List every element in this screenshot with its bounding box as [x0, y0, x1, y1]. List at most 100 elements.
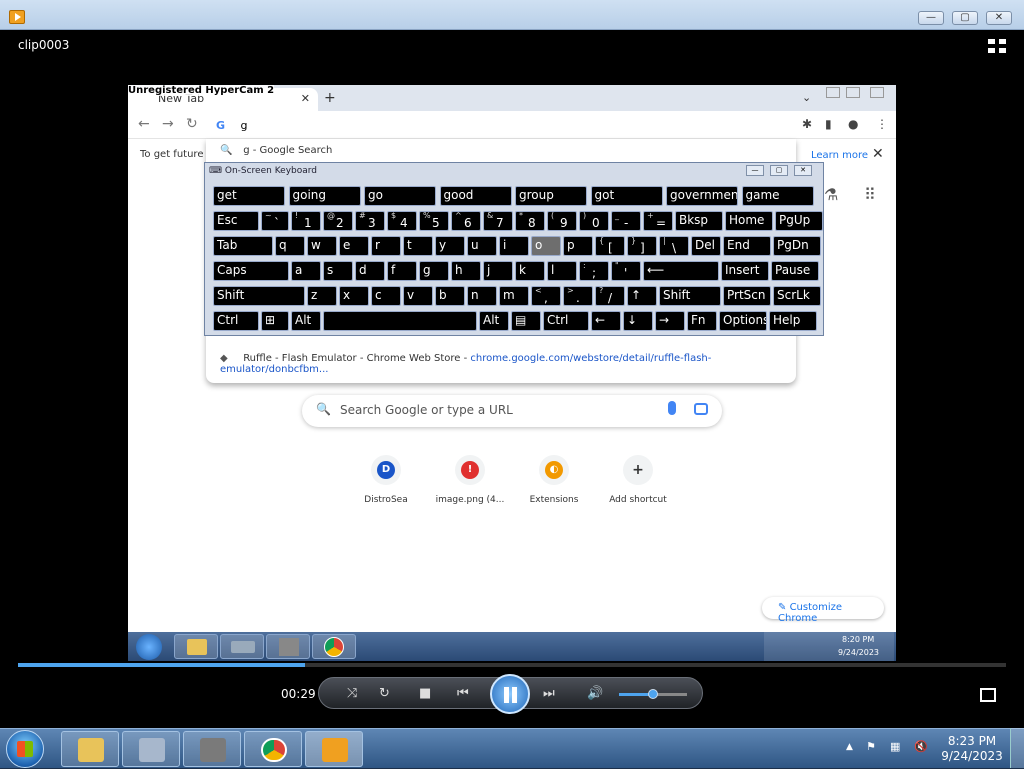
- osk-key[interactable]: Home: [725, 211, 773, 231]
- osk-key[interactable]: t: [403, 236, 433, 256]
- osk-key[interactable]: x: [339, 286, 369, 306]
- menu-icon[interactable]: ⋮: [876, 117, 888, 131]
- inner-keyboard-button[interactable]: [220, 634, 264, 659]
- osk-key[interactable]: z: [307, 286, 337, 306]
- osk-key[interactable]: {[: [595, 236, 625, 256]
- close-button[interactable]: ✕: [986, 11, 1012, 25]
- profile-icon[interactable]: ●: [848, 117, 858, 131]
- osk-key[interactable]: + =: [643, 211, 673, 231]
- osk-suggestion[interactable]: game: [741, 186, 814, 206]
- osk-key[interactable]: " ': [611, 261, 641, 281]
- osk-key[interactable]: #3: [355, 211, 385, 231]
- osk-key[interactable]: Options: [719, 311, 767, 331]
- osk-key[interactable]: <,: [531, 286, 561, 306]
- osk-key[interactable]: _ -: [611, 211, 641, 231]
- repeat-icon[interactable]: ↻: [379, 686, 390, 701]
- osk-key[interactable]: ! 1: [291, 211, 321, 231]
- learn-more-link[interactable]: Learn more: [811, 150, 868, 161]
- osk-key[interactable]: y: [435, 236, 465, 256]
- chrome-close-icon[interactable]: [870, 87, 884, 98]
- osk-close-icon[interactable]: ✕: [794, 165, 812, 176]
- osk-key[interactable]: q: [275, 236, 305, 256]
- osk-key[interactable]: >.: [563, 286, 593, 306]
- osk-suggestion[interactable]: government: [666, 186, 738, 206]
- pause-button[interactable]: [490, 674, 530, 714]
- osk-key[interactable]: Ctrl: [213, 311, 259, 331]
- inner-app-button[interactable]: [266, 634, 310, 659]
- osk-key[interactable]: s: [323, 261, 353, 281]
- window-title-bar[interactable]: — ▢ ✕: [0, 0, 1024, 30]
- osk-key[interactable]: ) 0: [579, 211, 609, 231]
- volume-muted-icon[interactable]: 🔇: [914, 740, 928, 753]
- osk-suggestion[interactable]: group: [515, 186, 587, 206]
- osk-key[interactable]: n: [467, 286, 497, 306]
- osk-key[interactable]: :;: [579, 261, 609, 281]
- inner-explorer-button[interactable]: [174, 634, 218, 659]
- osk-key[interactable]: ↓: [623, 311, 653, 331]
- osk-key[interactable]: d: [355, 261, 385, 281]
- customize-chrome-button[interactable]: ✎ Customize Chrome: [762, 597, 884, 624]
- seek-bar[interactable]: [18, 663, 1006, 667]
- osk-key[interactable]: r: [371, 236, 401, 256]
- osk-key[interactable]: $4: [387, 211, 417, 231]
- osk-key[interactable]: b: [435, 286, 465, 306]
- osk-key[interactable]: g: [419, 261, 449, 281]
- back-icon[interactable]: ←: [138, 116, 150, 132]
- osk-key[interactable]: h: [451, 261, 481, 281]
- osk-key[interactable]: a: [291, 261, 321, 281]
- osk-key[interactable]: ↑: [627, 286, 657, 306]
- osk-key[interactable]: Shift: [213, 286, 305, 306]
- osk-spacebar[interactable]: [323, 311, 477, 331]
- next-icon[interactable]: ⏭: [543, 686, 555, 701]
- video-frame[interactable]: New Tab ✕ + ⌄ Unregistered HyperCam 2 ← …: [128, 85, 896, 661]
- osk-key[interactable]: Tab: [213, 236, 273, 256]
- minimize-button[interactable]: —: [918, 11, 944, 25]
- osk-key[interactable]: }]: [627, 236, 657, 256]
- forward-icon[interactable]: →: [162, 116, 174, 132]
- osk-key[interactable]: Shift: [659, 286, 721, 306]
- lens-search-icon[interactable]: [694, 403, 708, 415]
- osk-key[interactable]: e: [339, 236, 369, 256]
- omnibox[interactable]: G g: [206, 114, 786, 137]
- osk-key[interactable]: k: [515, 261, 545, 281]
- new-tab-icon[interactable]: +: [324, 90, 336, 106]
- taskbar-keyboard[interactable]: [122, 731, 180, 767]
- osk-key[interactable]: (9: [547, 211, 577, 231]
- osk-key[interactable]: p: [563, 236, 593, 256]
- osk-key[interactable]: Fn: [687, 311, 717, 331]
- osk-key[interactable]: % 5: [419, 211, 449, 231]
- show-hidden-icons-icon[interactable]: ▲: [846, 742, 853, 752]
- suggestion-ruffle[interactable]: ◆ Ruffle - Flash Emulator - Chrome Web S…: [206, 349, 796, 375]
- osk-key[interactable]: & 7: [483, 211, 513, 231]
- osk-suggestion[interactable]: good: [439, 186, 512, 206]
- side-panel-icon[interactable]: ▮: [825, 117, 832, 131]
- inner-chrome-button[interactable]: [312, 634, 356, 659]
- osk-key[interactable]: PgUp: [775, 211, 823, 231]
- network-icon[interactable]: ▦: [890, 740, 900, 753]
- osk-key[interactable]: m: [499, 286, 529, 306]
- osk-key[interactable]: ? /: [595, 286, 625, 306]
- osk-key[interactable]: Esc: [213, 211, 259, 231]
- osk-key[interactable]: End: [723, 236, 771, 256]
- osk-key[interactable]: Pause: [771, 261, 819, 281]
- osk-key[interactable]: Alt: [291, 311, 321, 331]
- osk-key[interactable]: Help: [769, 311, 817, 331]
- osk-key[interactable]: ~ `: [261, 211, 289, 231]
- osk-key[interactable]: ⊞: [261, 311, 289, 331]
- osk-key[interactable]: Bksp: [675, 211, 723, 231]
- voice-search-icon[interactable]: [668, 401, 676, 415]
- osk-restore-icon[interactable]: ▢: [770, 165, 788, 176]
- taskbar-chrome[interactable]: [244, 731, 302, 767]
- osk-key[interactable]: ScrLk: [773, 286, 821, 306]
- osk-key[interactable]: w: [307, 236, 337, 256]
- shortcut-add[interactable]: + Add shortcut: [596, 455, 680, 505]
- osk-key[interactable]: Alt: [479, 311, 509, 331]
- osk-suggestion[interactable]: go: [364, 186, 436, 206]
- show-desktop-button[interactable]: [1010, 728, 1024, 768]
- labs-flask-icon[interactable]: ⚗: [824, 185, 838, 204]
- osk-key[interactable]: v: [403, 286, 433, 306]
- osk-key[interactable]: i: [499, 236, 529, 256]
- reload-icon[interactable]: ↻: [186, 116, 198, 132]
- shortcut-extensions[interactable]: ◐ Extensions: [512, 455, 596, 505]
- google-search-box[interactable]: 🔍 Search Google or type a URL: [302, 395, 722, 427]
